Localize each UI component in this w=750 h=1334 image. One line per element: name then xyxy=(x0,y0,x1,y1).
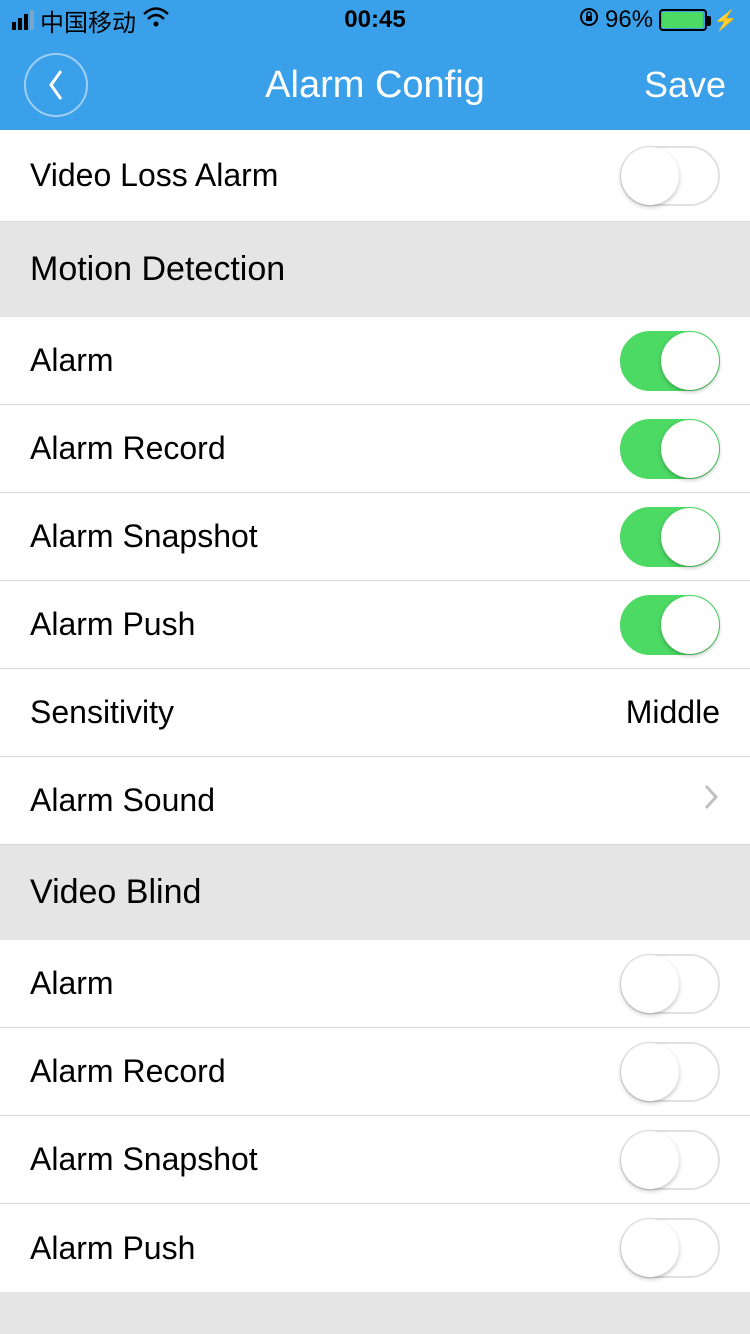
battery-pct-label: 96% xyxy=(605,6,653,34)
carrier-label: 中国移动 xyxy=(40,3,136,38)
blind-snapshot-toggle[interactable] xyxy=(620,1130,720,1190)
charging-icon: ⚡ xyxy=(713,8,738,33)
sensitivity-value: Middle xyxy=(626,694,720,731)
row-motion-snapshot: Alarm Snapshot xyxy=(0,493,750,581)
section-motion-detection: Motion Detection xyxy=(0,222,750,317)
back-button[interactable] xyxy=(24,53,88,117)
motion-push-label: Alarm Push xyxy=(30,606,195,643)
row-blind-push: Alarm Push xyxy=(0,1204,750,1292)
motion-snapshot-toggle[interactable] xyxy=(620,507,720,567)
rotation-lock-icon xyxy=(579,6,599,34)
motion-alarm-label: Alarm xyxy=(30,342,114,379)
blind-alarm-label: Alarm xyxy=(30,965,114,1002)
video-loss-label: Video Loss Alarm xyxy=(30,157,278,194)
save-button[interactable]: Save xyxy=(644,64,726,106)
row-blind-alarm: Alarm xyxy=(0,940,750,1028)
status-left: 中国移动 xyxy=(12,3,170,38)
chevron-right-icon xyxy=(702,782,720,820)
row-alarm-sound[interactable]: Alarm Sound xyxy=(0,757,750,845)
signal-icon xyxy=(12,10,34,30)
blind-push-label: Alarm Push xyxy=(30,1230,195,1267)
content: Video Loss Alarm Motion Detection Alarm … xyxy=(0,130,750,1292)
battery-icon xyxy=(659,9,707,31)
wifi-icon xyxy=(142,6,170,34)
status-bar: 中国移动 00:45 96% ⚡ xyxy=(0,0,750,40)
blind-record-toggle[interactable] xyxy=(620,1042,720,1102)
row-blind-snapshot: Alarm Snapshot xyxy=(0,1116,750,1204)
row-sensitivity[interactable]: Sensitivity Middle xyxy=(0,669,750,757)
row-blind-record: Alarm Record xyxy=(0,1028,750,1116)
alarm-sound-label: Alarm Sound xyxy=(30,782,215,819)
motion-push-toggle[interactable] xyxy=(620,595,720,655)
row-video-loss-alarm: Video Loss Alarm xyxy=(0,130,750,222)
row-motion-alarm: Alarm xyxy=(0,317,750,405)
row-motion-push: Alarm Push xyxy=(0,581,750,669)
nav-bar: Alarm Config Save xyxy=(0,40,750,130)
video-loss-toggle[interactable] xyxy=(620,146,720,206)
motion-record-label: Alarm Record xyxy=(30,430,226,467)
sensitivity-label: Sensitivity xyxy=(30,694,174,731)
motion-alarm-toggle[interactable] xyxy=(620,331,720,391)
blind-snapshot-label: Alarm Snapshot xyxy=(30,1141,258,1178)
section-video-blind: Video Blind xyxy=(0,845,750,940)
blind-record-label: Alarm Record xyxy=(30,1053,226,1090)
page-title: Alarm Config xyxy=(0,64,750,107)
status-right: 96% ⚡ xyxy=(579,6,738,34)
row-motion-record: Alarm Record xyxy=(0,405,750,493)
blind-push-toggle[interactable] xyxy=(620,1218,720,1278)
motion-snapshot-label: Alarm Snapshot xyxy=(30,518,258,555)
motion-record-toggle[interactable] xyxy=(620,419,720,479)
blind-alarm-toggle[interactable] xyxy=(620,954,720,1014)
